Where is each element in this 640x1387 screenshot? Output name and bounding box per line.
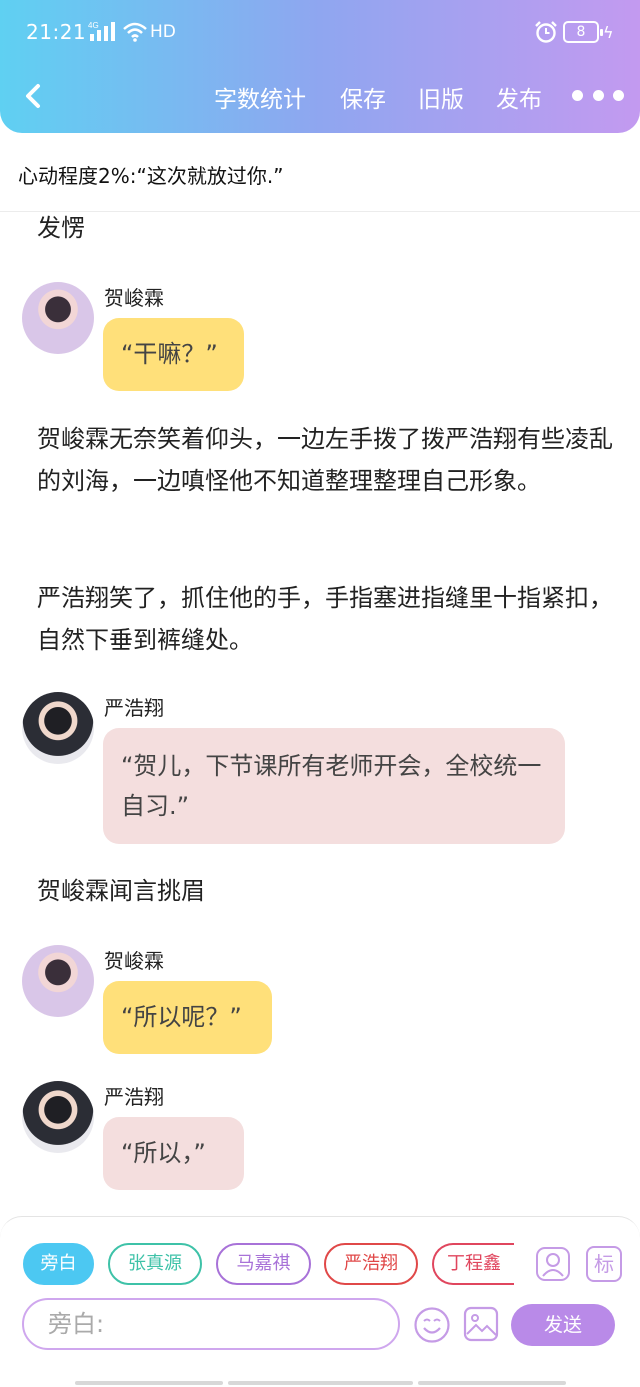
avatar-he-junlin[interactable] xyxy=(22,945,94,1017)
status-bar: 21:21 4G HD 8 ϟ xyxy=(0,0,640,62)
narration-text: 贺峻霖无奈笑着仰头，一边左手拨了拨严浩翔有些凌乱的刘海，一边嗔怪他不知道整理整理… xyxy=(37,425,613,495)
dot-icon xyxy=(613,89,624,101)
mark-button[interactable]: 标 xyxy=(586,1246,622,1282)
role-chip-ma-jiaqi[interactable]: 马嘉祺 xyxy=(216,1243,311,1285)
signal-icon: 4G xyxy=(88,21,115,41)
narration-text: 发愣 xyxy=(37,214,85,242)
status-time: 21:21 xyxy=(26,20,87,44)
nav-indicator xyxy=(75,1381,223,1385)
speaker-name: 严浩翔 xyxy=(104,1085,164,1109)
narration-text: 贺峻霖闻言挑眉 xyxy=(37,877,205,905)
charging-icon: ϟ xyxy=(603,23,614,42)
back-button[interactable] xyxy=(20,80,48,112)
avatar-he-junlin[interactable] xyxy=(22,282,94,354)
dot-icon xyxy=(592,89,604,101)
old-version-button[interactable]: 旧版 xyxy=(418,80,464,114)
message-bubble: “贺儿，下节课所有老师开会，全校统一自习.” xyxy=(103,728,565,844)
word-count-button[interactable]: 字数统计 xyxy=(214,80,306,114)
speaker-name: 严浩翔 xyxy=(104,696,164,720)
top-bar: 21:21 4G HD 8 ϟ 字数统计 保存 旧版 发布 xyxy=(0,0,640,133)
chapter-subtitle: 心动程度2%:“这次就放过你.” xyxy=(18,164,284,188)
more-options-button[interactable] xyxy=(572,87,624,103)
role-chip-ding-chengxin[interactable]: 丁程鑫 xyxy=(432,1243,514,1285)
message-bubble: “干嘛？” xyxy=(103,318,244,391)
nav-indicator xyxy=(418,1381,566,1385)
save-button[interactable]: 保存 xyxy=(340,80,386,114)
message-input[interactable]: 旁白: xyxy=(22,1298,400,1350)
speaker-name: 贺峻霖 xyxy=(104,286,164,310)
role-chip-zhang-zhenyuan[interactable]: 张真源 xyxy=(108,1243,202,1285)
narration-text: 严浩翔笑了，抓住他的手，手指塞进指缝里十指紧扣，自然下垂到裤缝处。 xyxy=(37,584,613,654)
network-label: HD xyxy=(150,22,176,42)
battery-icon: 8 xyxy=(563,21,603,43)
speaker-name: 贺峻霖 xyxy=(104,949,164,973)
image-icon[interactable] xyxy=(463,1306,499,1342)
avatar-yan-haoxiang[interactable] xyxy=(22,692,94,764)
avatar-yan-haoxiang[interactable] xyxy=(22,1081,94,1153)
svg-text:4G: 4G xyxy=(88,21,99,30)
role-chip-yan-haoxiang[interactable]: 严浩翔 xyxy=(324,1243,418,1285)
emoji-icon[interactable] xyxy=(413,1306,451,1344)
publish-button[interactable]: 发布 xyxy=(496,80,542,114)
send-button[interactable]: 发送 xyxy=(511,1304,615,1346)
alarm-icon xyxy=(535,21,557,43)
add-role-icon[interactable] xyxy=(535,1246,571,1282)
role-chip-narration[interactable]: 旁白 xyxy=(23,1243,94,1285)
dot-icon xyxy=(572,89,583,101)
nav-indicator xyxy=(228,1381,413,1385)
wifi-icon xyxy=(123,22,147,42)
message-bubble: “所以呢？” xyxy=(103,981,272,1054)
message-bubble: “所以，” xyxy=(103,1117,244,1190)
